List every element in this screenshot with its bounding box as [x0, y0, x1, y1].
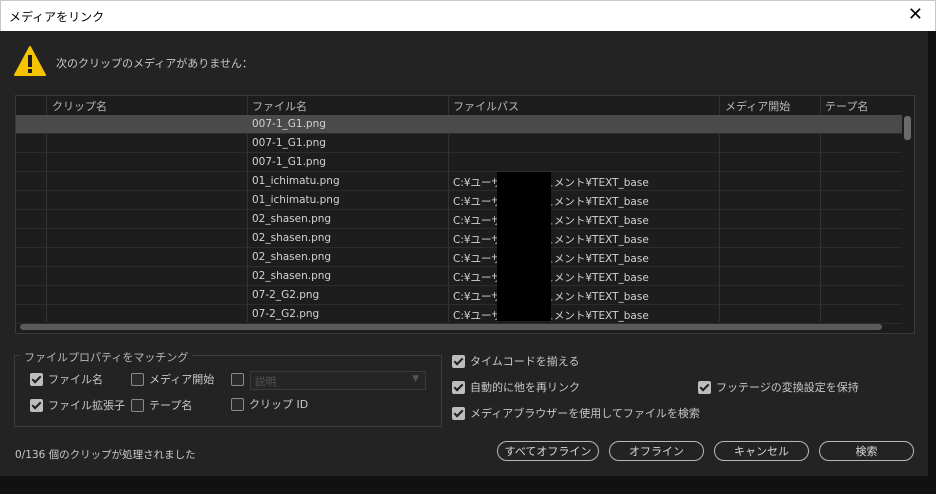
column-file-path[interactable]: ファイルパス [453, 98, 519, 114]
offline-all-button[interactable]: すべてオフライン [497, 441, 599, 461]
checkbox-unchecked-icon [131, 372, 144, 386]
match-properties-group [14, 355, 442, 427]
cell-file-name: 007-1_G1.png [252, 137, 326, 149]
table-row[interactable]: 007-1_G1.png [16, 115, 902, 134]
search-button[interactable]: 検索 [819, 441, 914, 461]
cell-file-name: 07-2_G2.png [252, 289, 320, 301]
tape-name-label: テープ名 [149, 399, 193, 412]
tape-name-checkbox[interactable]: テープ名 [131, 397, 192, 413]
checkbox-checked-icon [452, 380, 465, 394]
window-edge-bottom [0, 476, 936, 494]
table-row[interactable]: 007-1_G1.png [16, 134, 902, 153]
cell-file-name: 02_shasen.png [252, 232, 332, 244]
use-media-browser-checkbox[interactable]: メディアブラウザーを使用してファイルを検索 [452, 405, 700, 421]
processing-status: 0/136 個のクリップが処理されました [15, 449, 196, 461]
media-start-label: メディア開始 [149, 373, 215, 386]
cell-file-name: 07-2_G2.png [252, 308, 320, 320]
vertical-scrollbar[interactable] [903, 115, 913, 323]
align-timecode-checkbox[interactable]: タイムコードを揃える [452, 353, 579, 369]
checkbox-checked-icon [452, 406, 465, 420]
checkbox-checked-icon [30, 398, 43, 412]
cell-file-name: 02_shasen.png [252, 251, 332, 263]
column-file-name[interactable]: ファイル名 [252, 98, 307, 114]
cell-file-name: 02_shasen.png [252, 270, 332, 282]
table-row[interactable]: 007-1_G1.png [16, 153, 902, 172]
horizontal-scrollbar[interactable] [16, 323, 914, 332]
table-row[interactable]: 02_shasen.png C:¥ユーザー¥ ドキュメント¥TEXT_base [16, 248, 902, 267]
missing-clips-table: クリップ名 ファイル名 ファイルパス メディア開始 テープ名 007-1_G1.… [15, 95, 915, 334]
table-row[interactable]: 01_ichimatu.png C:¥ユーザー¥ ドキュメント¥TEXT_base [16, 172, 902, 191]
description-select[interactable]: 説明 ▼ [250, 371, 426, 390]
table-row[interactable]: 01_ichimatu.png C:¥ユーザー¥ ドキュメント¥TEXT_base [16, 191, 902, 210]
vertical-scroll-thumb[interactable] [904, 116, 911, 140]
relink-media-dialog: メディアをリンク ✕ 次のクリップのメディアがありません： クリップ名 ファイル… [0, 0, 936, 494]
table-body: 007-1_G1.png 007-1_G1.png 007-1_G1.png 0… [16, 115, 902, 324]
media-start-checkbox[interactable]: メディア開始 [131, 371, 214, 387]
horizontal-scroll-thumb[interactable] [20, 324, 882, 330]
keep-footage-label: フッテージの変換設定を保持 [716, 381, 859, 394]
table-header: クリップ名 ファイル名 ファイルパス メディア開始 テープ名 [16, 96, 914, 115]
table-row[interactable]: 07-2_G2.png C:¥ユーザー¥ ドキュメント¥TEXT_base [16, 305, 902, 324]
cell-file-name: 01_ichimatu.png [252, 194, 340, 206]
column-tape-name[interactable]: テープ名 [825, 98, 868, 114]
description-select-value: 説明 [255, 376, 276, 388]
relink-others-checkbox[interactable]: 自動的に他を再リンク [452, 379, 580, 395]
missing-media-message: 次のクリップのメディアがありません： [56, 57, 253, 70]
window-title: メディアをリンク [9, 10, 105, 24]
table-row[interactable]: 07-2_G2.png C:¥ユーザー¥ ドキュメント¥TEXT_base [16, 286, 902, 305]
cancel-button[interactable]: キャンセル [714, 441, 809, 461]
table-row[interactable]: 02_shasen.png C:¥ユーザー¥ ドキュメント¥TEXT_base [16, 210, 902, 229]
checkbox-unchecked-icon [231, 397, 244, 411]
clip-id-label: クリップ ID [249, 398, 309, 411]
cell-file-name: 01_ichimatu.png [252, 175, 340, 187]
column-media-start[interactable]: メディア開始 [725, 98, 790, 114]
chevron-down-icon: ▼ [412, 374, 419, 384]
use-media-browser-label: メディアブラウザーを使用してファイルを検索 [470, 407, 700, 420]
description-checkbox[interactable] [231, 371, 249, 387]
relink-others-label: 自動的に他を再リンク [470, 381, 580, 394]
window-edge [928, 31, 936, 494]
title-bar: メディアをリンク ✕ [0, 0, 936, 31]
close-icon[interactable]: ✕ [908, 5, 923, 25]
column-clip-name[interactable]: クリップ名 [52, 98, 107, 114]
align-timecode-label: タイムコードを揃える [470, 355, 580, 368]
cell-file-name: 007-1_G1.png [252, 118, 326, 130]
match-properties-legend: ファイルプロパティをマッチング [20, 349, 193, 365]
keep-footage-interpretation-checkbox[interactable]: フッテージの変換設定を保持 [698, 379, 859, 395]
clip-id-checkbox[interactable]: クリップ ID [231, 396, 308, 412]
file-extension-label: ファイル拡張子 [48, 399, 125, 412]
file-extension-checkbox[interactable]: ファイル拡張子 [30, 397, 125, 413]
warning-icon [14, 46, 46, 76]
cell-file-name: 02_shasen.png [252, 213, 332, 225]
table-row[interactable]: 02_shasen.png C:¥ユーザー¥ ドキュメント¥TEXT_base [16, 267, 902, 286]
cell-file-name: 007-1_G1.png [252, 156, 326, 168]
checkbox-unchecked-icon [231, 372, 244, 386]
table-row[interactable]: 02_shasen.png C:¥ユーザー¥ ドキュメント¥TEXT_base [16, 229, 902, 248]
checkbox-checked-icon [30, 372, 43, 386]
offline-button[interactable]: オフライン [609, 441, 704, 461]
checkbox-unchecked-icon [131, 398, 144, 412]
file-name-label: ファイル名 [48, 373, 103, 386]
file-name-checkbox[interactable]: ファイル名 [30, 371, 103, 387]
checkbox-checked-icon [452, 354, 465, 368]
checkbox-checked-icon [698, 380, 711, 394]
redaction-block [497, 172, 551, 321]
